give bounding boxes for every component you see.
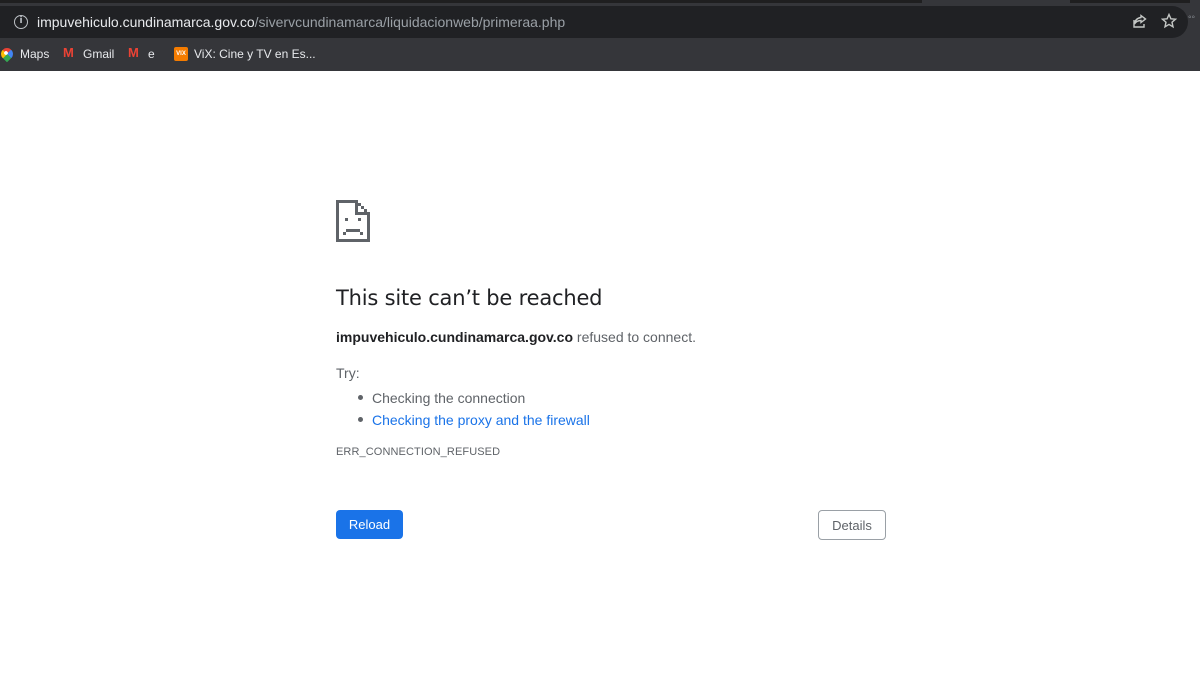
bookmark-maps[interactable]: Maps [0,43,49,65]
reload-button[interactable]: Reload [336,510,403,539]
gmail-icon [128,45,142,61]
suggestion-item: Checking the connection [356,387,590,409]
toolbar-edge-icon: ◦◦ [1188,12,1196,23]
suggestions-list: Checking the connection Checking the pro… [356,387,590,431]
star-icon[interactable] [1159,12,1179,31]
sad-page-icon [336,200,370,242]
gmail-icon [63,45,77,61]
suggestion-link-proxy-firewall[interactable]: Checking the proxy and the firewall [356,409,590,431]
url-text[interactable]: impuvehiculo.cundinamarca.gov.co/sivervc… [37,14,565,30]
bookmark-vix[interactable]: VIX ViX: Cine y TV en Es... [174,43,316,65]
tab-strip-edge [0,0,922,3]
bookmark-label: ViX: Cine y TV en Es... [194,47,316,61]
tab-strip-edge-right [1070,0,1190,3]
error-code: ERR_CONNECTION_REFUSED [336,446,501,458]
bookmarks-bar: Maps Gmail e VIX ViX: Cine y TV en Es... [0,43,1200,65]
address-bar[interactable]: i impuvehiculo.cundinamarca.gov.co/siver… [0,6,1188,38]
error-host: impuvehiculo.cundinamarca.gov.co [336,329,574,345]
error-description: impuvehiculo.cundinamarca.gov.co refused… [336,329,696,345]
info-icon[interactable]: i [14,15,28,29]
try-label: Try: [336,365,360,381]
maps-icon [0,45,16,63]
bookmark-label: e [148,47,155,61]
bookmark-label: Maps [20,47,50,61]
bookmark-e[interactable]: e [128,43,155,65]
vix-icon: VIX [174,47,188,61]
share-icon[interactable] [1130,13,1150,31]
url-path: /sivervcundinamarca/liquidacionweb/prime… [254,14,566,30]
browser-chrome: i impuvehiculo.cundinamarca.gov.co/siver… [0,0,1200,71]
url-host: impuvehiculo.cundinamarca.gov.co [37,14,255,30]
bookmark-gmail[interactable]: Gmail [63,43,114,65]
error-message: refused to connect. [573,329,696,345]
details-button[interactable]: Details [818,510,886,540]
bookmark-label: Gmail [83,47,115,61]
page-title: This site can’t be reached [336,286,603,310]
